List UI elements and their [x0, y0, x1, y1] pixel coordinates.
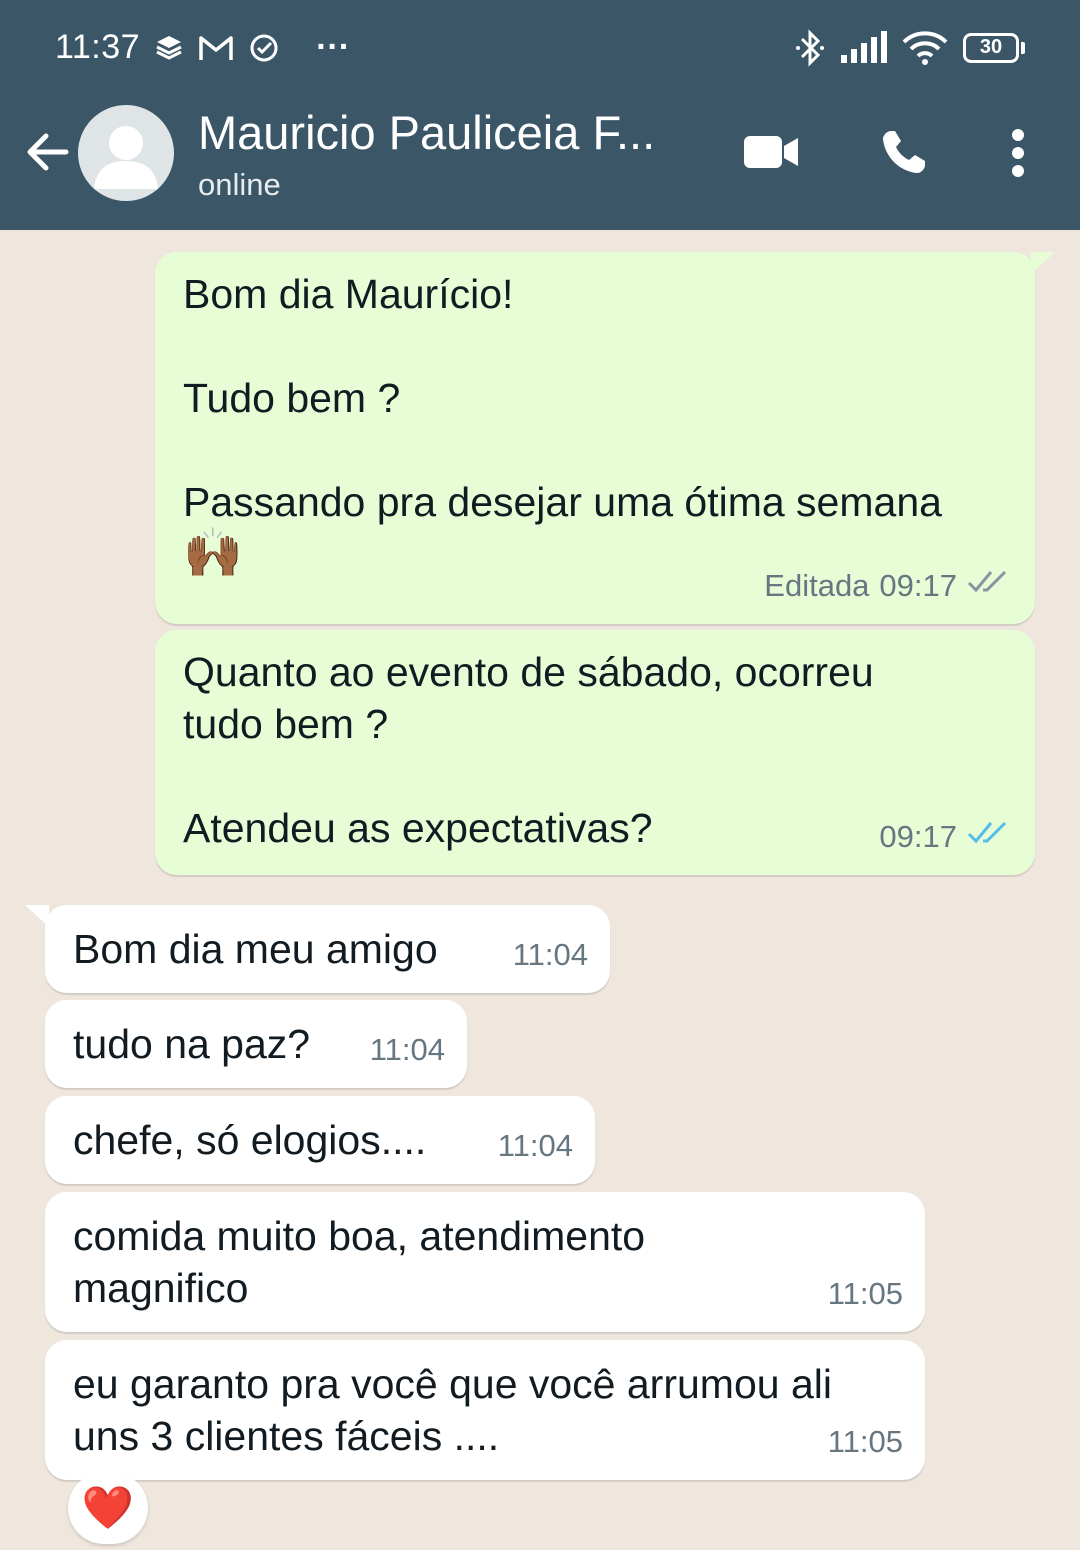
outgoing-message[interactable]: Bom dia Maurício! Tudo bem ? Passando pr… [155, 252, 1055, 624]
message-text: Bom dia meu amigo [73, 926, 438, 972]
message-text: comida muito boa, atendimento magnifico [73, 1213, 646, 1311]
battery-level: 30 [963, 32, 1019, 63]
contact-status: online [198, 167, 281, 202]
message-meta: 11:05 [828, 1268, 903, 1320]
message-time: 11:05 [827, 1276, 903, 1311]
heart-icon: ❤️ [81, 1483, 135, 1531]
status-bar-left: 11:37 ··· [55, 28, 350, 67]
message-meta: 11:05 [828, 1416, 903, 1468]
status-bar-right: 30 [795, 28, 1025, 68]
incoming-message[interactable]: tudo na paz? 11:04 [45, 1000, 467, 1088]
incoming-message[interactable]: eu garanto pra você que você arrumou ali… [45, 1340, 925, 1480]
more-vertical-icon[interactable] [1000, 125, 1036, 181]
chat-area[interactable]: Bom dia Maurício! Tudo bem ? Passando pr… [0, 230, 1080, 1550]
message-meta: 11:04 [370, 1024, 445, 1076]
double-check-gray-icon [967, 560, 1013, 612]
message-meta: 11:04 [513, 929, 588, 981]
battery-icon: 30 [963, 32, 1025, 63]
message-time: 09:17 [879, 568, 957, 603]
message-meta: 09:17 [879, 811, 1013, 863]
incoming-message[interactable]: chefe, só elogios.... 11:04 [45, 1096, 595, 1184]
avatar[interactable] [78, 105, 174, 201]
status-bar: 11:37 ··· 30 [0, 0, 1080, 95]
more-notifications-icon: ··· [316, 28, 351, 66]
double-check-blue-icon [967, 811, 1013, 863]
outgoing-message[interactable]: Quanto ao evento de sábado, ocorreu tudo… [155, 630, 1035, 875]
wifi-icon [901, 30, 949, 66]
contact-name[interactable]: Mauricio Pauliceia F... [198, 105, 655, 160]
message-time: 09:17 [879, 819, 957, 854]
incoming-message[interactable]: Bom dia meu amigo 11:04 [25, 905, 610, 993]
status-time: 11:37 [55, 28, 141, 66]
signal-icon [839, 30, 887, 65]
message-text: eu garanto pra você que você arrumou ali… [73, 1361, 832, 1459]
bluetooth-icon [795, 28, 825, 68]
message-text: chefe, só elogios.... [73, 1117, 427, 1163]
message-time: 11:05 [827, 1424, 903, 1459]
app-header: 11:37 ··· 30 Mauricio Pauliceia F... onl… [0, 0, 1080, 230]
incoming-message[interactable]: comida muito boa, atendimento magnifico … [45, 1192, 925, 1332]
gmail-icon [198, 33, 234, 63]
message-time: 11:04 [497, 1128, 573, 1163]
avatar-icon [94, 126, 158, 189]
edited-label: Editada [764, 568, 870, 603]
chat-header: Mauricio Pauliceia F... online [0, 95, 1080, 230]
message-meta: 11:04 [498, 1120, 573, 1172]
message-time: 11:04 [369, 1032, 445, 1067]
video-call-icon[interactable] [740, 127, 802, 177]
message-meta: Editada 09:17 [764, 560, 1013, 612]
check-circle-icon [248, 32, 280, 64]
message-text: Bom dia Maurício! Tudo bem ? Passando pr… [183, 271, 942, 525]
message-time: 11:04 [512, 937, 588, 972]
back-arrow-icon[interactable] [22, 127, 72, 177]
phone-icon[interactable] [875, 125, 931, 181]
layers-icon [154, 33, 184, 63]
heart-reaction[interactable]: ❤️ [68, 1472, 148, 1544]
